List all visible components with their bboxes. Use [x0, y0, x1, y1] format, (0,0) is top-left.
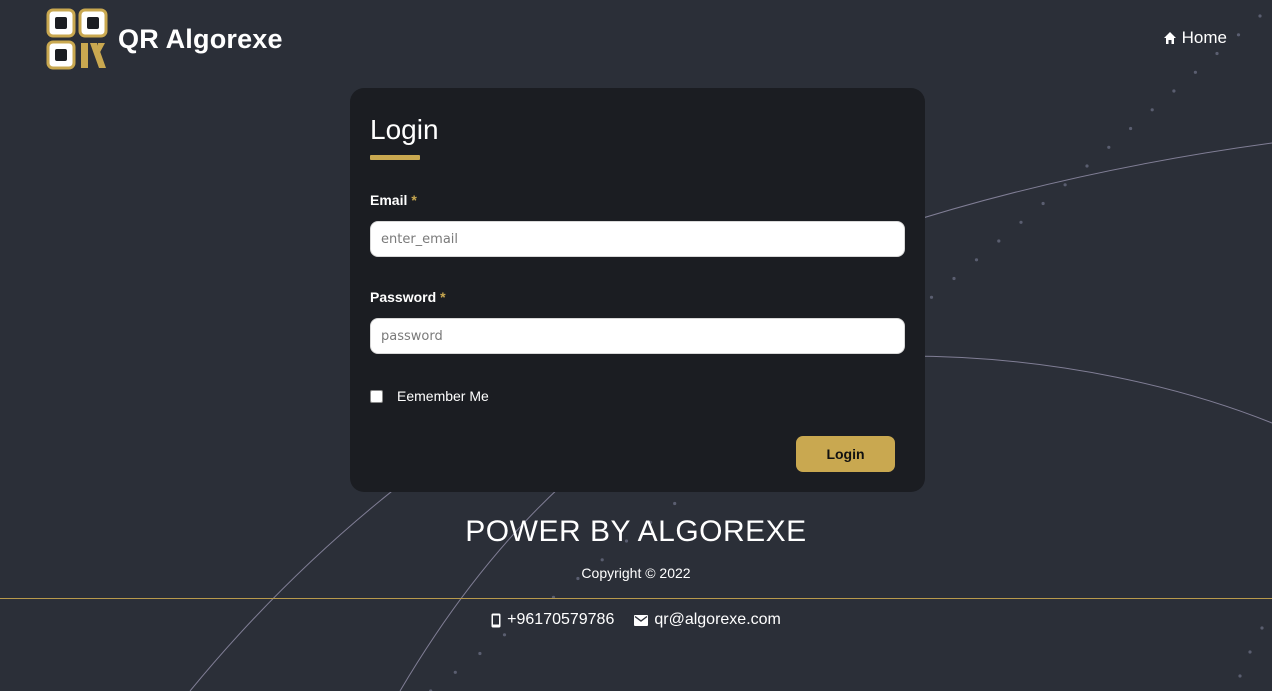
decorative-dot — [1129, 126, 1133, 131]
decorative-dot — [1019, 220, 1023, 224]
nav-home-label: Home — [1181, 28, 1227, 47]
brand-name: QR Algorexe — [118, 23, 283, 54]
decorative-dot — [673, 501, 677, 506]
decorative-dot — [1085, 164, 1089, 168]
remember-me-checkbox[interactable] — [370, 389, 383, 403]
decorative-dot — [502, 633, 507, 637]
email-address: qr@algorexe.com — [654, 611, 781, 628]
decorative-dot — [1172, 89, 1176, 93]
decorative-dot — [929, 295, 934, 299]
password-label: Password * — [370, 289, 446, 305]
qr-logo-icon — [46, 8, 108, 70]
title-underline — [370, 155, 420, 160]
footer-divider — [0, 598, 1272, 599]
nav-home-link[interactable]: Home — [1163, 28, 1227, 48]
password-label-text: Password — [370, 289, 437, 305]
email-label: Email * — [370, 192, 417, 208]
email-input[interactable] — [370, 221, 905, 257]
decorative-dot — [1238, 674, 1242, 678]
decorative-dot — [1248, 650, 1252, 654]
remember-me-label[interactable]: Eemember Me — [397, 388, 489, 404]
decorative-dot — [1041, 201, 1045, 206]
login-card: Login Email* Password* Eemember Me Login — [350, 88, 925, 492]
card-title: Login — [370, 114, 439, 145]
decorative-dot — [478, 651, 482, 656]
phone-number: +96170579786 — [507, 611, 615, 628]
decorative-dot — [952, 276, 956, 281]
decorative-dot — [453, 670, 457, 674]
mobile-phone-icon — [491, 613, 501, 628]
home-icon — [1163, 31, 1177, 45]
decorative-dot — [997, 239, 1001, 243]
decorative-dot — [1063, 183, 1067, 187]
email-label-text: Email — [370, 192, 408, 208]
decorative-dot — [1150, 108, 1154, 112]
brand[interactable]: QR Algorexe — [46, 8, 283, 70]
password-input[interactable] — [370, 318, 905, 354]
decorative-dot — [600, 558, 604, 562]
decorative-dot — [974, 258, 979, 262]
mail-icon — [634, 614, 649, 626]
login-button[interactable]: Login — [796, 436, 895, 472]
footer-contacts: +96170579786 qr@algorexe.com — [0, 611, 1272, 629]
decorative-dot — [1107, 145, 1111, 149]
power-by-text: POWER BY ALGOREXE — [465, 515, 807, 548]
remember-me: Eemember Me — [370, 388, 489, 404]
required-mark: * — [440, 289, 446, 305]
required-mark: * — [411, 192, 417, 208]
contact-email[interactable]: qr@algorexe.com — [634, 611, 781, 629]
copyright-text: Copyright © 2022 — [581, 565, 691, 581]
contact-phone[interactable]: +96170579786 — [491, 611, 614, 629]
top-navbar: QR Algorexe Home — [0, 0, 1272, 80]
